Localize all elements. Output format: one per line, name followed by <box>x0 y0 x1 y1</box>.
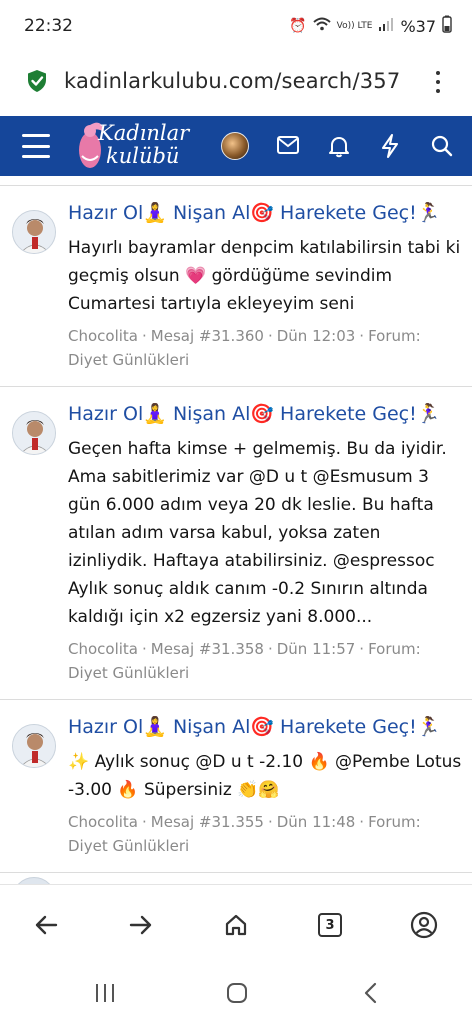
result-author[interactable]: Chocolita <box>68 640 138 658</box>
bell-icon[interactable] <box>327 134 353 158</box>
status-bar: 22:32 ⏰ Vo)) LTE %37 <box>0 0 472 52</box>
status-icons: ⏰ Vo)) LTE %37 <box>289 15 452 37</box>
search-result[interactable]: Hazır Ol🧘‍♀️ Nişan Al🎯 Harekete Geç!🏃‍♀️… <box>0 387 472 700</box>
search-result-partial[interactable] <box>0 873 472 884</box>
author-avatar[interactable] <box>12 877 56 884</box>
shield-check-icon[interactable] <box>26 69 48 93</box>
battery-icon <box>442 15 452 37</box>
home-circle-icon[interactable] <box>222 980 252 1006</box>
search-results: Hazır Ol🧘‍♀️ Nişan Al🎯 Harekete Geç!🏃‍♀️… <box>0 176 472 884</box>
result-snippet: ✨ Aylık sonuç @D u t -2.10 🔥 @Pembe Lotu… <box>68 752 462 800</box>
result-meta: Chocolita · Mesaj #31.360 · Dün 12:03 · Forum:… <box>68 327 421 369</box>
site-logo[interactable]: Kadınlar kulübü <box>70 120 210 172</box>
wifi-icon <box>312 17 331 35</box>
search-icon[interactable] <box>430 134 456 158</box>
logo-text: Kadınlar kulübü <box>98 122 189 168</box>
alarm-icon: ⏰ <box>289 18 307 34</box>
result-title[interactable]: Hazır Ol🧘‍♀️ Nişan Al🎯 Harekete Geç!🏃‍♀️ <box>68 399 462 429</box>
author-avatar[interactable] <box>12 724 56 768</box>
tabs-icon[interactable]: 3 <box>312 907 348 943</box>
result-post-number: Mesaj #31.360 <box>150 327 264 345</box>
result-meta: Chocolita · Mesaj #31.358 · Dün 11:57 · Forum:… <box>68 640 421 682</box>
result-author[interactable]: Chocolita <box>68 813 138 831</box>
search-result[interactable]: Hazır Ol🧘‍♀️ Nişan Al🎯 Harekete Geç!🏃‍♀️… <box>0 186 472 387</box>
author-avatar[interactable] <box>12 210 56 254</box>
result-snippet: Hayırlı bayramlar denpcim katılabilirsin… <box>68 238 461 314</box>
battery-level: %37 <box>400 16 436 36</box>
result-author[interactable]: Chocolita <box>68 327 138 345</box>
site-header: Kadınlar kulübü <box>0 116 472 176</box>
result-post-number: Mesaj #31.355 <box>150 813 264 831</box>
result-time: Dün 11:48 <box>276 813 356 831</box>
signal-icon <box>378 17 394 35</box>
recents-icon[interactable] <box>90 980 120 1006</box>
back-chevron-icon[interactable] <box>356 980 386 1006</box>
kebab-menu-icon[interactable] <box>430 68 446 96</box>
url-bar[interactable]: kadinlarkulubu.com/search/357 <box>0 52 472 116</box>
network-type: Vo)) LTE <box>336 20 373 31</box>
search-result[interactable]: Hazır Ol🧘‍♀️ Nişan Al🎯 Harekete Geç!🏃‍♀️… <box>0 700 472 873</box>
tab-count[interactable]: 3 <box>318 913 342 937</box>
bolt-icon[interactable] <box>379 134 405 158</box>
result-title[interactable]: Hazır Ol🧘‍♀️ Nişan Al🎯 Harekete Geç!🏃‍♀️ <box>68 198 462 228</box>
avatar[interactable] <box>221 132 249 160</box>
account-icon[interactable] <box>406 907 442 943</box>
home-icon[interactable] <box>218 907 254 943</box>
result-time: Dün 11:57 <box>276 640 356 658</box>
result-snippet: Geçen hafta kimse + gelmemiş. Bu da iyid… <box>68 439 447 627</box>
mail-icon[interactable] <box>276 134 302 158</box>
status-time: 22:32 <box>24 16 73 36</box>
logo-line2: kulübü <box>106 144 180 168</box>
result-post-number: Mesaj #31.358 <box>150 640 264 658</box>
result-title[interactable]: Hazır Ol🧘‍♀️ Nişan Al🎯 Harekete Geç!🏃‍♀️ <box>68 712 462 742</box>
result-meta: Chocolita · Mesaj #31.355 · Dün 11:48 · Forum:… <box>68 813 421 855</box>
menu-icon[interactable] <box>22 134 50 158</box>
logo-line1: Kadınlar <box>98 121 190 145</box>
back-icon[interactable] <box>28 907 64 943</box>
system-nav <box>0 964 472 1024</box>
forward-icon[interactable] <box>123 907 159 943</box>
result-time: Dün 12:03 <box>276 327 356 345</box>
author-avatar[interactable] <box>12 411 56 455</box>
divider <box>0 176 472 186</box>
url-text[interactable]: kadinlarkulubu.com/search/357 <box>64 69 408 93</box>
browser-nav: 3 <box>0 884 472 964</box>
